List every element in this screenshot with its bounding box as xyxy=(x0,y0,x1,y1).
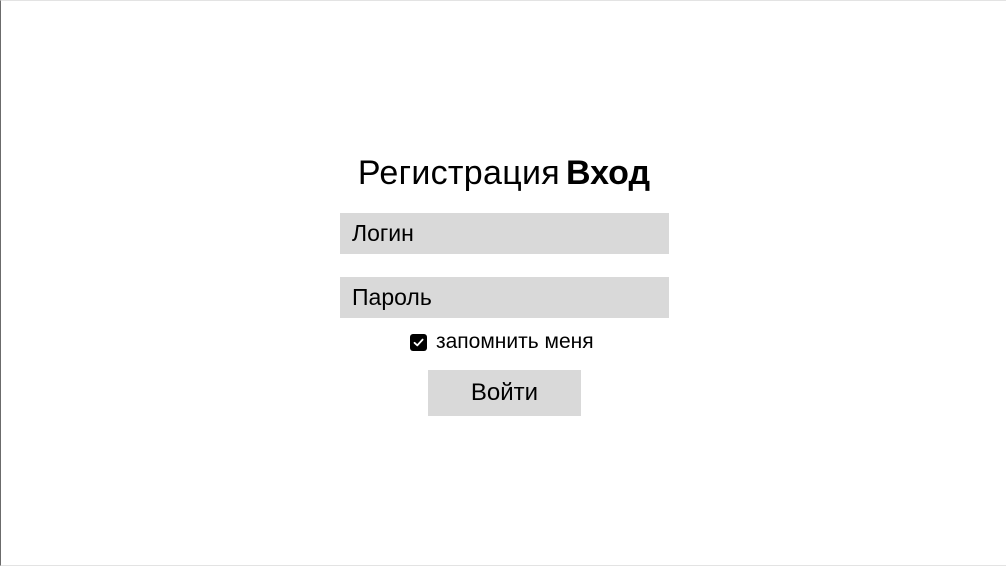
remember-me-checkbox[interactable] xyxy=(410,333,427,351)
login-button[interactable]: Войти xyxy=(428,370,581,416)
checkmark-icon xyxy=(413,338,424,346)
login-page: РегистрацияВход запомнить меня Войти xyxy=(0,0,1006,566)
password-field[interactable] xyxy=(340,277,669,318)
remember-me-label: запомнить меня xyxy=(436,330,594,353)
tab-register[interactable]: Регистрация xyxy=(358,151,560,195)
auth-tabs: Регистрация Вход xyxy=(1,151,1006,195)
tab-login[interactable]: Вход xyxy=(566,151,650,195)
login-field[interactable] xyxy=(340,213,669,254)
remember-me-option[interactable]: запомнить меня xyxy=(410,331,594,353)
